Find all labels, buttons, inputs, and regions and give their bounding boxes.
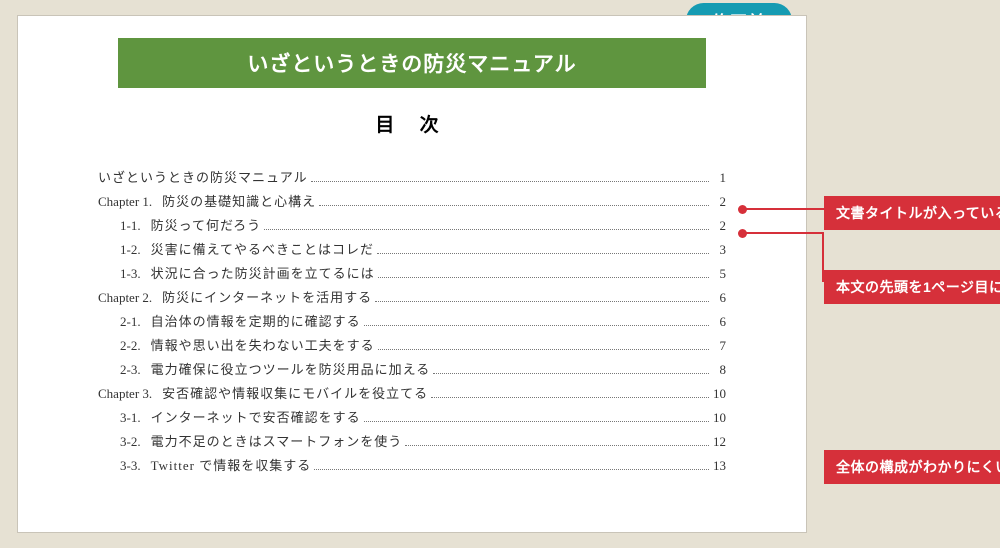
- toc-entry: Chapter 3. 安否確認や情報収集にモバイルを役立てる 10: [98, 387, 726, 401]
- toc-entry: 1-3. 状況に合った防災計画を立てるには 5: [98, 267, 726, 281]
- toc-entry: Chapter 2. 防災にインターネットを活用する 6: [98, 291, 726, 305]
- toc-entry-page: 6: [712, 291, 726, 304]
- toc-entry-number: 1-3.: [120, 267, 141, 280]
- title-banner: いざというときの防災マニュアル: [118, 38, 706, 88]
- toc-entry-text: 情報や思い出を失わない工夫をする: [151, 339, 375, 352]
- connector-line: [822, 232, 824, 282]
- toc-leader-dots: [377, 253, 709, 254]
- toc-entry-text: Twitter で情報を収集する: [151, 459, 312, 472]
- toc-entry-text: 安否確認や情報収集にモバイルを役立てる: [162, 387, 428, 400]
- toc-entry: 3-3. Twitter で情報を収集する 13: [98, 459, 726, 473]
- toc-entry-text: 防災にインターネットを活用する: [162, 291, 372, 304]
- toc-entry-page: 13: [712, 459, 726, 472]
- toc-leader-dots: [375, 301, 709, 302]
- toc-entry-page: 5: [712, 267, 726, 280]
- toc-heading: 目 次: [98, 110, 726, 137]
- toc-entry-text: 防災って何だろう: [151, 219, 262, 232]
- toc-entry-page: 3: [712, 243, 726, 256]
- toc-entry-text: 状況に合った防災計画を立てるには: [151, 267, 375, 280]
- toc-entry-number: 2-2.: [120, 339, 141, 352]
- toc-entry-number: 2-3.: [120, 363, 141, 376]
- toc-entry: いざというときの防災マニュアル 1: [98, 171, 726, 185]
- connector-line: [742, 208, 824, 210]
- toc-entry: 3-1. インターネットで安否確認をする 10: [98, 411, 726, 425]
- toc-entry-number: Chapter 1.: [98, 195, 152, 208]
- toc-entry-number: 3-1.: [120, 411, 141, 424]
- toc-entry-number: 1-1.: [120, 219, 141, 232]
- toc-leader-dots: [431, 397, 709, 398]
- connector-dot-icon: [738, 229, 747, 238]
- toc-entry-text: いざというときの防災マニュアル: [98, 171, 308, 184]
- toc-leader-dots: [364, 421, 709, 422]
- toc-entry-page: 10: [712, 411, 726, 424]
- toc-entry: 2-2. 情報や思い出を失わない工夫をする 7: [98, 339, 726, 353]
- toc-entry-text: 電力不足のときはスマートフォンを使う: [151, 435, 403, 448]
- toc-entry: 1-2. 災害に備えてやるべきことはコレだ 3: [98, 243, 726, 257]
- toc-entry-number: 3-3.: [120, 459, 141, 472]
- toc-entry: Chapter 1. 防災の基礎知識と心構え 2: [98, 195, 726, 209]
- toc-leader-dots: [405, 445, 709, 446]
- toc-entry-page: 2: [712, 195, 726, 208]
- toc-entry-number: Chapter 2.: [98, 291, 152, 304]
- toc-leader-dots: [319, 205, 709, 206]
- toc-entry-text: 電力確保に役立つツールを防災用品に加える: [151, 363, 431, 376]
- toc-entry-page: 6: [712, 315, 726, 328]
- toc-leader-dots: [314, 469, 709, 470]
- toc-entry-number: 2-1.: [120, 315, 141, 328]
- toc-entry-number: 3-2.: [120, 435, 141, 448]
- toc-leader-dots: [311, 181, 709, 182]
- toc-leader-dots: [264, 229, 709, 230]
- toc-entry: 3-2. 電力不足のときはスマートフォンを使う 12: [98, 435, 726, 449]
- callout-page-one: 本文の先頭を1ページ目にしたい: [824, 270, 1000, 304]
- callout-structure-unclear: 全体の構成がわかりにくい: [824, 450, 1000, 484]
- toc-entry-page: 1: [712, 171, 726, 184]
- toc-leader-dots: [378, 349, 709, 350]
- toc-entry-text: インターネットで安否確認をする: [151, 411, 361, 424]
- connector-dot-icon: [738, 205, 747, 214]
- toc-entry-text: 防災の基礎知識と心構え: [162, 195, 316, 208]
- toc-entry-page: 2: [712, 219, 726, 232]
- toc-entry: 1-1. 防災って何だろう 2: [98, 219, 726, 233]
- toc-leader-dots: [433, 373, 709, 374]
- toc-entry: 2-1. 自治体の情報を定期的に確認する 6: [98, 315, 726, 329]
- toc-entry-text: 自治体の情報を定期的に確認する: [151, 315, 361, 328]
- toc-entry-page: 10: [712, 387, 726, 400]
- toc-list: いざというときの防災マニュアル1Chapter 1.防災の基礎知識と心構え21-…: [98, 171, 726, 473]
- document-page: いざというときの防災マニュアル 目 次 いざというときの防災マニュアル 1 Chap…: [17, 15, 807, 533]
- connector-line: [742, 232, 824, 234]
- toc-entry: 2-3. 電力確保に役立つツールを防災用品に加える 8: [98, 363, 726, 377]
- toc-entry-number: Chapter 3.: [98, 387, 152, 400]
- toc-leader-dots: [364, 325, 709, 326]
- toc-entry-number: 1-2.: [120, 243, 141, 256]
- callout-title-included: 文書タイトルが入っている: [824, 196, 1000, 230]
- toc-leader-dots: [378, 277, 709, 278]
- toc-entry-text: 災害に備えてやるべきことはコレだ: [151, 243, 374, 256]
- toc-entry-page: 8: [712, 363, 726, 376]
- toc-entry-page: 12: [712, 435, 726, 448]
- toc-entry-page: 7: [712, 339, 726, 352]
